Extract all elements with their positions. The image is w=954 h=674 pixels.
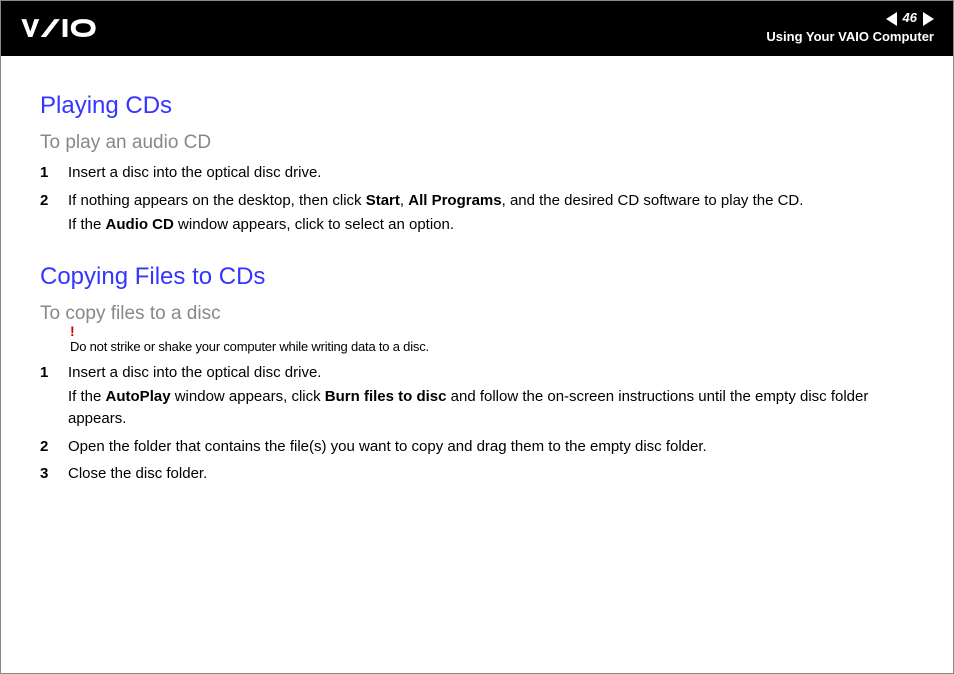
page-content: Playing CDs To play an audio CD 1 Insert… [0,56,954,485]
bold-text: All Programs [408,192,501,209]
bold-text: Burn files to disc [325,388,447,405]
step-number: 1 [40,162,68,184]
banner-subtitle: Using Your VAIO Computer [766,29,934,46]
caution-text: Do not strike or shake your computer whi… [70,339,429,354]
prev-page-icon[interactable] [886,12,897,26]
section-heading-playing-cds: Playing CDs [40,92,914,120]
step-text: Close the disc folder. [68,463,914,485]
page-navigation: 46 [766,10,934,27]
step-text: Insert a disc into the optical disc driv… [68,362,914,429]
text-fragment: Insert a disc into the optical disc driv… [68,364,321,381]
top-banner: 46 Using Your VAIO Computer [0,0,954,56]
step-row: 1 Insert a disc into the optical disc dr… [40,362,914,429]
text-fragment: window appears, click to select an optio… [174,216,454,233]
step-number: 2 [40,436,68,458]
page-number: 46 [903,10,917,27]
vaio-logo [20,16,130,40]
text-fragment: window appears, click [171,388,325,405]
step-number: 2 [40,190,68,236]
step-text: If nothing appears on the desktop, then … [68,190,914,236]
text-fragment: If nothing appears on the desktop, then … [68,192,366,209]
step-text: Open the folder that contains the file(s… [68,436,914,458]
text-fragment: , [400,192,408,209]
caution-note: ! Do not strike or shake your computer w… [70,333,914,354]
sub-heading-to-copy-files: To copy files to a disc [40,303,914,325]
step-number: 3 [40,463,68,485]
bold-text: Start [366,192,400,209]
step-row: 3 Close the disc folder. [40,463,914,485]
sub-heading-to-play-audio-cd: To play an audio CD [40,132,914,154]
step-text: Insert a disc into the optical disc driv… [68,162,914,184]
text-fragment: If the [68,216,106,233]
step-row: 1 Insert a disc into the optical disc dr… [40,162,914,184]
next-page-icon[interactable] [923,12,934,26]
step-number: 1 [40,362,68,429]
banner-right: 46 Using Your VAIO Computer [766,10,934,46]
step-row: 2 If nothing appears on the desktop, the… [40,190,914,236]
text-fragment: If the [68,388,106,405]
section-heading-copying-files: Copying Files to CDs [40,263,914,291]
caution-icon: ! [70,323,78,339]
step-row: 2 Open the folder that contains the file… [40,436,914,458]
text-fragment: , and the desired CD software to play th… [502,192,804,209]
bold-text: AutoPlay [106,388,171,405]
bold-text: Audio CD [106,216,174,233]
